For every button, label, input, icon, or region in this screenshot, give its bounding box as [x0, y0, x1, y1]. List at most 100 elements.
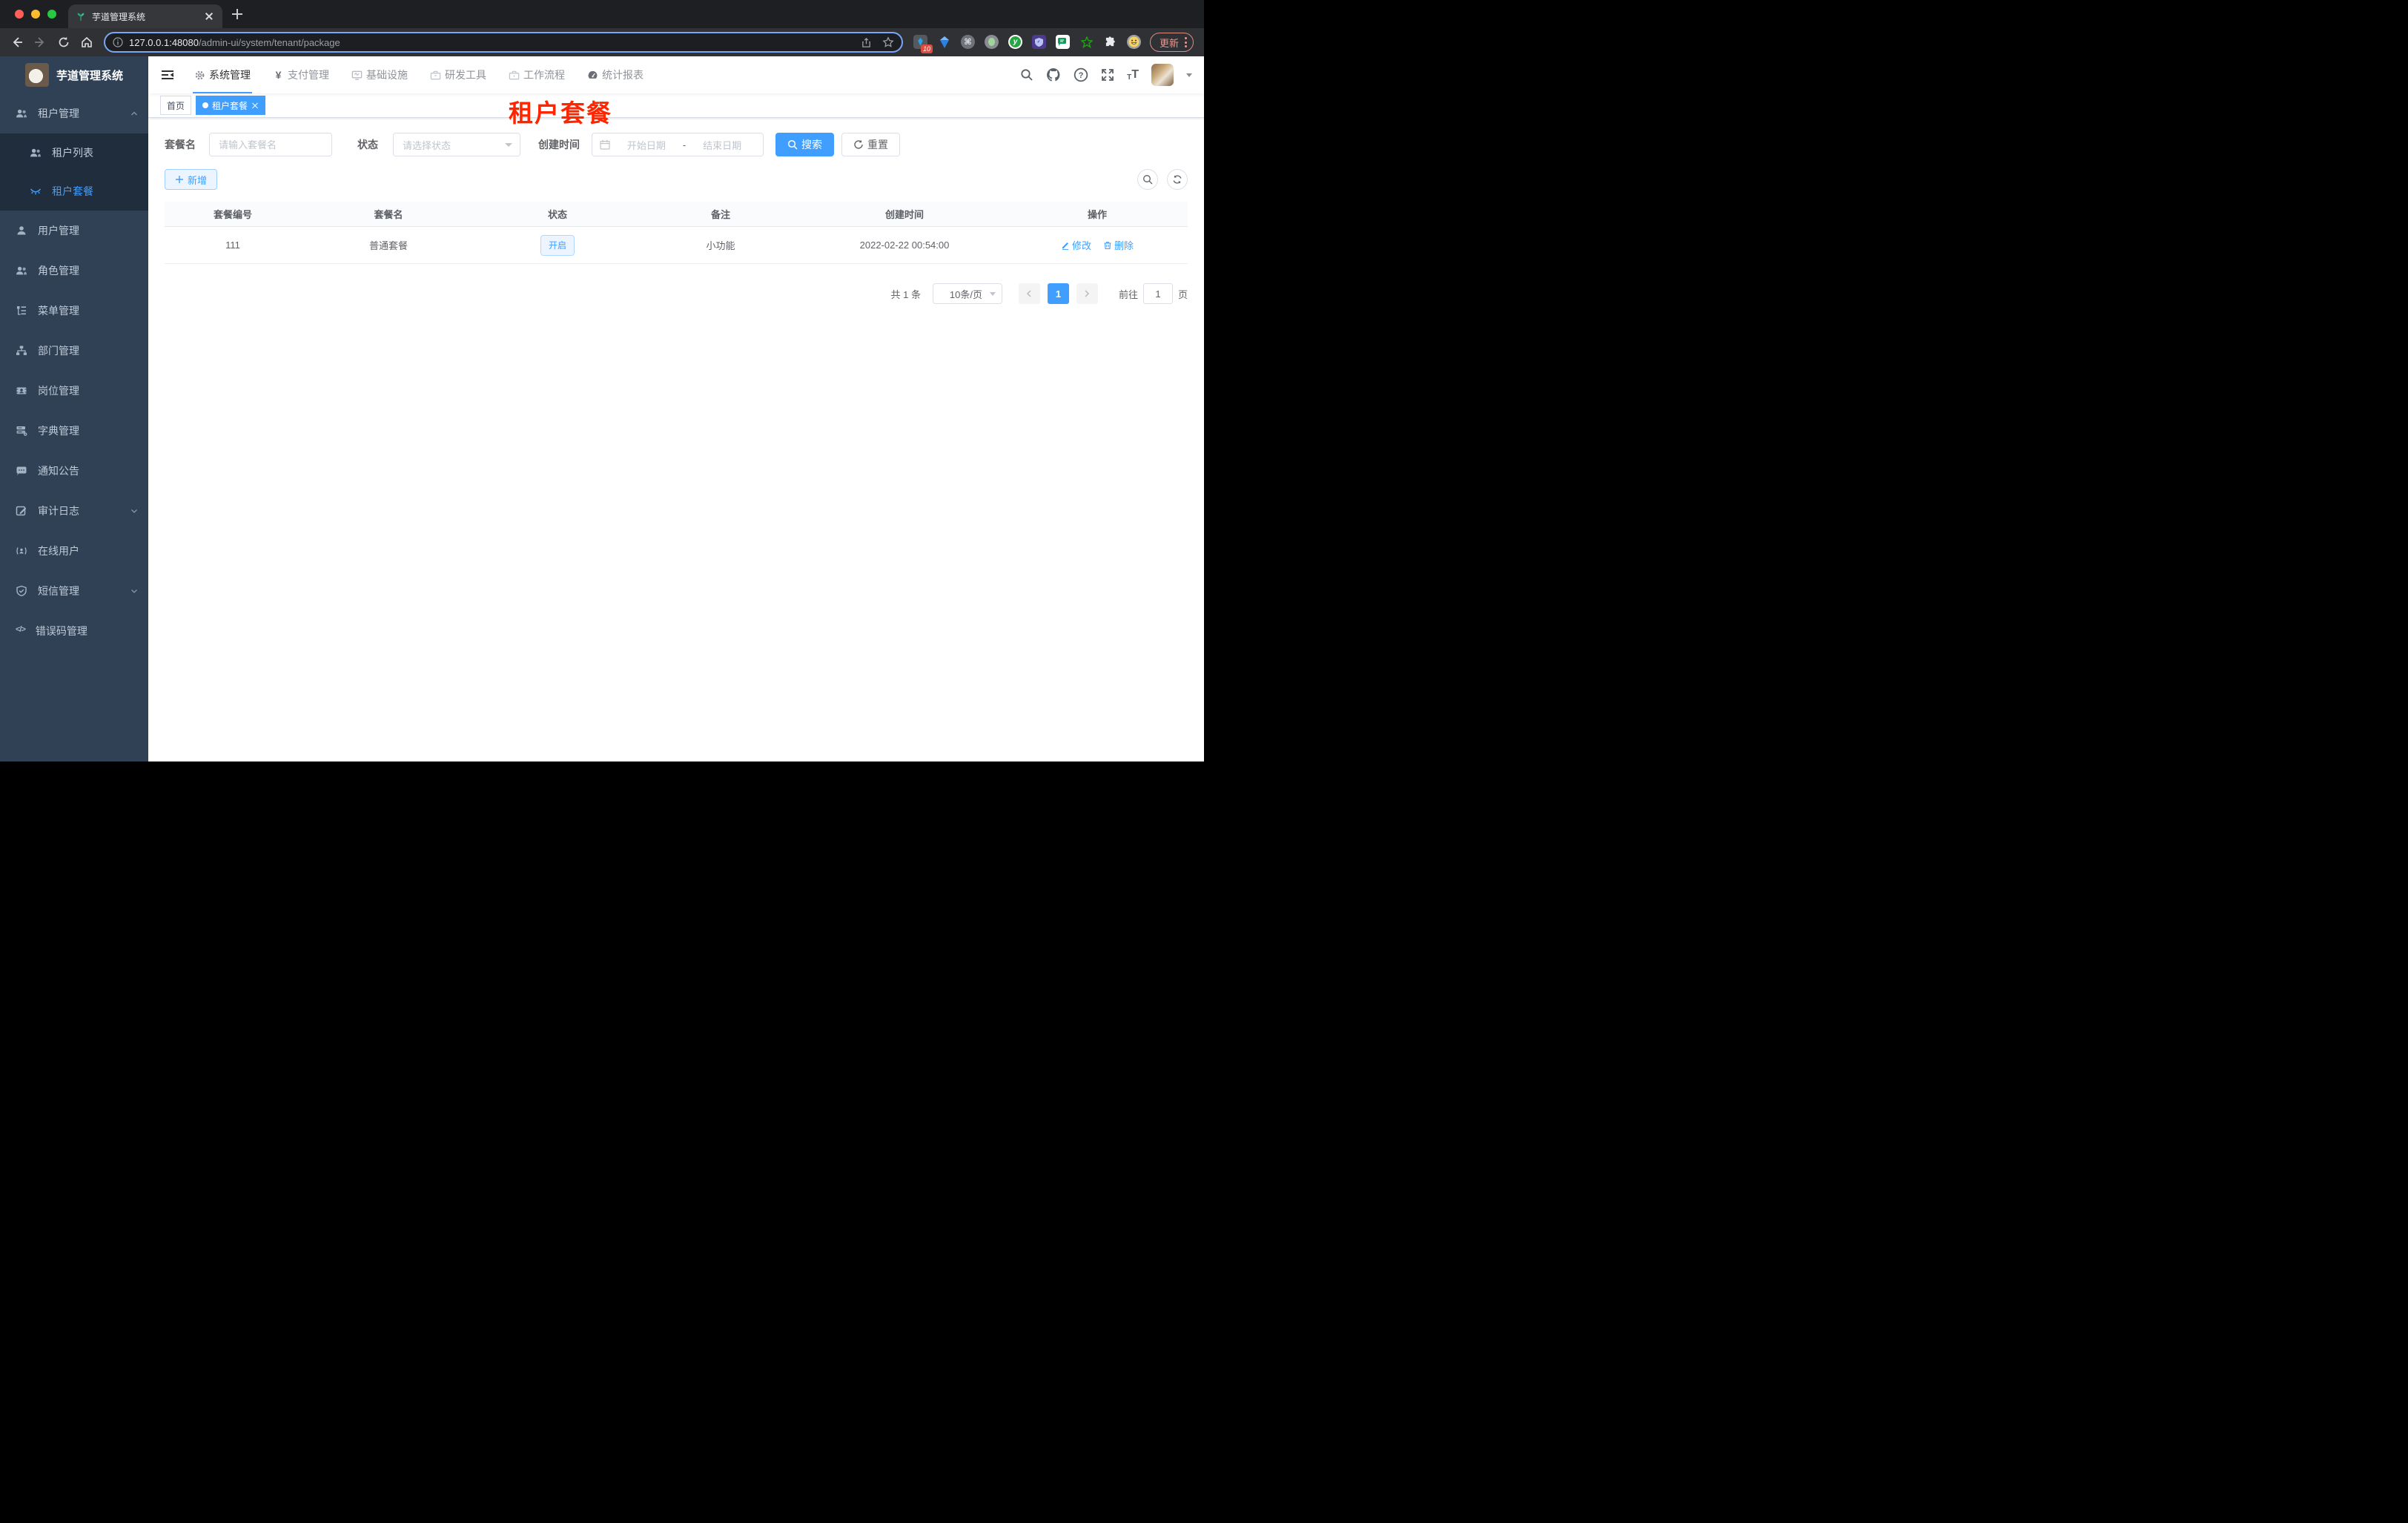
sidebar-logo[interactable]: 芋道管理系统: [0, 56, 148, 93]
toolbox-icon: [430, 70, 441, 81]
help-icon[interactable]: ?: [1074, 67, 1088, 82]
sidebar-item-notice[interactable]: 通知公告: [0, 451, 148, 491]
sidebar-item-error-code[interactable]: </> 错误码管理: [0, 611, 148, 651]
new-tab-button[interactable]: [231, 8, 243, 20]
sidebar-item-sms-mgmt[interactable]: 短信管理: [0, 571, 148, 611]
sidebar-submenu-tenant: 租户列表 租户套餐: [0, 133, 148, 211]
search-icon[interactable]: [1020, 68, 1033, 82]
search-button[interactable]: 搜索: [775, 133, 834, 156]
browser-update-button[interactable]: 更新: [1149, 33, 1194, 52]
prev-page-button[interactable]: [1018, 283, 1040, 304]
home-icon[interactable]: [80, 36, 93, 49]
tag-tenant-package[interactable]: 租户套餐: [196, 96, 266, 115]
shield-check-icon: [16, 585, 27, 597]
sidebar-item-menu-mgmt[interactable]: 菜单管理: [0, 291, 148, 331]
name-filter-label: 套餐名: [165, 139, 196, 151]
sidebar-item-label: 审计日志: [38, 505, 79, 517]
add-button[interactable]: 新增: [165, 169, 218, 190]
name-filter-input[interactable]: [209, 133, 332, 156]
search-icon: [787, 139, 798, 150]
fullscreen-icon[interactable]: [1101, 68, 1114, 82]
close-window-button[interactable]: [15, 10, 24, 19]
close-tab-icon[interactable]: [203, 10, 215, 22]
extension-shield-icon[interactable]: [1032, 35, 1046, 49]
delete-link[interactable]: 删除: [1103, 238, 1134, 252]
next-page-button[interactable]: [1076, 283, 1098, 304]
sidebar-item-tenant-list[interactable]: 租户列表: [0, 133, 148, 172]
font-size-icon[interactable]: TT: [1127, 68, 1139, 82]
browser-menu-icon[interactable]: [1185, 37, 1187, 47]
reset-button[interactable]: 重置: [841, 133, 900, 156]
extension-chat-icon[interactable]: [1056, 35, 1070, 49]
logo-title: 芋道管理系统: [56, 69, 124, 82]
yen-icon: ¥: [275, 69, 282, 81]
delete-label: 删除: [1114, 240, 1134, 251]
sidebar-collapse-icon[interactable]: [160, 67, 175, 82]
url-bar[interactable]: 127.0.0.1:48080 /admin-ui/system/tenant/…: [104, 32, 903, 53]
sidebar-item-user-mgmt[interactable]: 用户管理: [0, 211, 148, 251]
total-count: 共 1 条: [890, 288, 921, 300]
sidebar-item-tenant-group[interactable]: 租户管理: [0, 93, 148, 133]
extension-diamond-icon[interactable]: 10: [913, 35, 933, 53]
table-row: 111 普通套餐 开启 小功能 2022-02-22 00:54:00 修改 删…: [165, 227, 1188, 264]
sidebar: 芋道管理系统 租户管理 租户列表 租户套餐 用户管理 角色管理 菜单管理 部门管…: [0, 56, 148, 762]
caret-down-icon[interactable]: [1186, 73, 1192, 77]
extension-y-icon[interactable]: y: [1008, 35, 1022, 49]
sidebar-item-label: 租户套餐: [52, 185, 93, 197]
avatar[interactable]: [1151, 64, 1174, 86]
chevron-down-icon: [505, 142, 512, 147]
sidebar-item-dict-mgmt[interactable]: 字典管理: [0, 411, 148, 451]
chevron-down-icon: [131, 589, 137, 593]
sidebar-item-tenant-package[interactable]: 租户套餐: [0, 172, 148, 211]
status-filter-select[interactable]: 请选择状态: [393, 133, 520, 156]
add-label: 新增: [188, 174, 208, 186]
sidebar-item-online-users[interactable]: 在线用户: [0, 531, 148, 571]
sidebar-item-role-mgmt[interactable]: 角色管理: [0, 251, 148, 291]
extension-smiley-icon[interactable]: [1127, 35, 1141, 49]
extension-command-icon[interactable]: ⌘: [961, 35, 975, 49]
traffic-lights[interactable]: [15, 10, 56, 19]
extension-green-dot-icon[interactable]: [985, 35, 999, 49]
tab-payment-mgmt[interactable]: ¥ 支付管理: [271, 56, 331, 93]
calendar-icon: [600, 140, 610, 150]
nav-label: 基础设施: [366, 69, 408, 81]
close-tag-icon[interactable]: [251, 102, 259, 109]
date-range-picker[interactable]: 开始日期 - 结束日期: [592, 133, 764, 156]
sidebar-item-post-mgmt[interactable]: 岗位管理: [0, 371, 148, 411]
extension-gem-icon[interactable]: [937, 35, 951, 49]
edit-link[interactable]: 修改: [1061, 238, 1091, 252]
site-info-icon[interactable]: [113, 37, 123, 47]
command-glyph: ⌘: [964, 38, 972, 47]
monitor-icon: [351, 70, 363, 81]
goto-page-input[interactable]: [1142, 283, 1173, 304]
show-search-button[interactable]: [1137, 169, 1158, 190]
tab-infrastructure[interactable]: 基础设施: [350, 56, 409, 93]
share-icon[interactable]: [861, 37, 872, 48]
tab-workflow[interactable]: 工作流程: [507, 56, 566, 93]
tag-home[interactable]: 首页: [160, 96, 192, 115]
bookmark-star-icon[interactable]: [882, 36, 894, 48]
zoom-window-button[interactable]: [47, 10, 56, 19]
browser-tab[interactable]: 芋道管理系统: [68, 4, 222, 28]
page-size-select[interactable]: 10条/页: [932, 283, 1002, 304]
tab-statistics[interactable]: 统计报表: [586, 56, 645, 93]
forward-icon[interactable]: [33, 36, 47, 49]
sidebar-item-audit-log[interactable]: 审计日志: [0, 491, 148, 531]
extension-star-icon[interactable]: [1079, 35, 1094, 49]
table-tools: [1137, 169, 1188, 190]
status-filter-label: 状态: [357, 139, 378, 151]
page-number-button[interactable]: 1: [1047, 283, 1069, 304]
minimize-window-button[interactable]: [31, 10, 40, 19]
refresh-table-button[interactable]: [1167, 169, 1188, 190]
back-icon[interactable]: [10, 36, 24, 49]
app-header: 系统管理 ¥ 支付管理 基础设施 研发工具 工作流程 统计报表 ? T T: [148, 56, 1204, 93]
sidebar-item-dept-mgmt[interactable]: 部门管理: [0, 331, 148, 371]
tab-system-mgmt[interactable]: 系统管理: [193, 56, 252, 93]
tab-dev-tools[interactable]: 研发工具: [429, 56, 488, 93]
pagination: 共 1 条 10条/页 1 前往 页: [165, 283, 1188, 304]
reload-icon[interactable]: [57, 36, 70, 49]
chevron-right-icon: [1085, 290, 1090, 297]
extensions-puzzle-icon[interactable]: [1103, 35, 1117, 49]
github-icon[interactable]: [1046, 67, 1061, 82]
gear-icon: [194, 70, 205, 81]
